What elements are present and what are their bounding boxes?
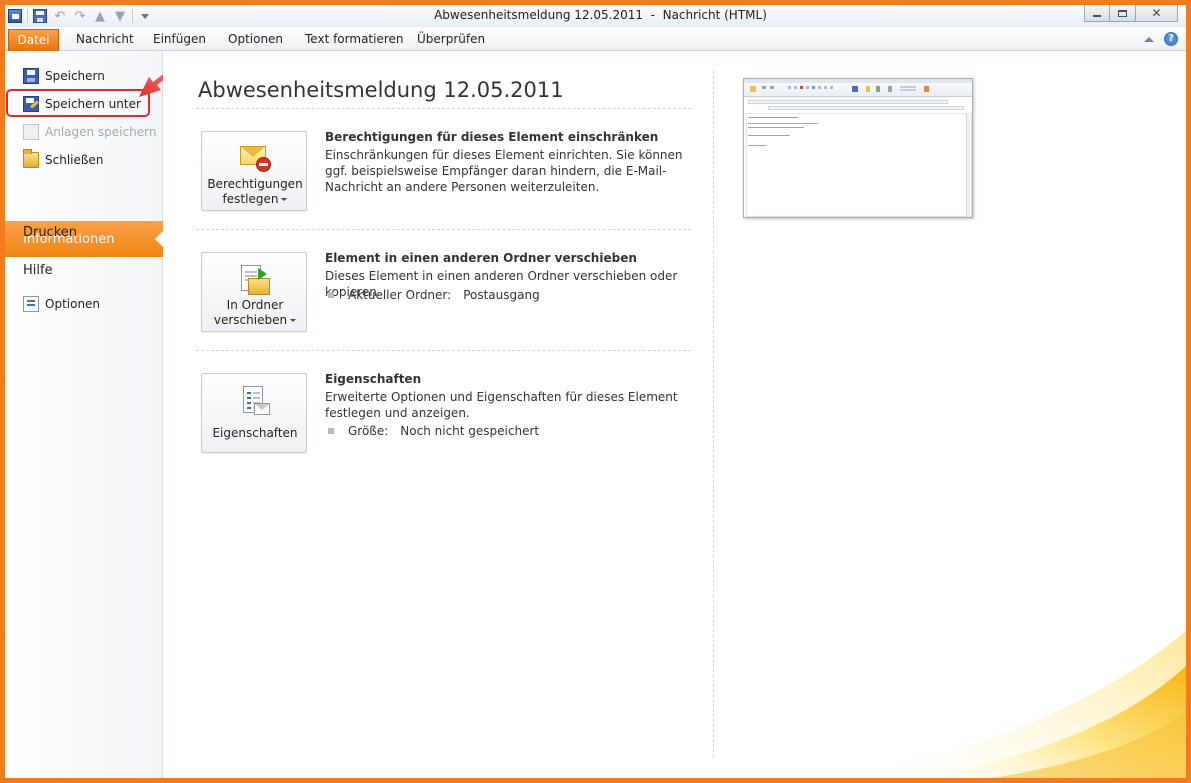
- page-title: Abwesenheitsmeldung 12.05.2011: [198, 78, 564, 102]
- size-info: Größe: Noch nicht gespeichert: [328, 424, 539, 438]
- sidebar-item-drucken[interactable]: Drucken: [23, 225, 77, 240]
- help-icon[interactable]: ?: [1164, 32, 1178, 46]
- backstage-info-pane: Abwesenheitsmeldung 12.05.2011 Berechtig…: [163, 51, 1186, 778]
- close-label: Schließen: [45, 153, 104, 167]
- save-attachments-label: Anlagen speichern: [45, 125, 157, 139]
- maximize-icon: [1118, 9, 1127, 17]
- folder-icon: [23, 149, 39, 168]
- close-button[interactable]: ✕: [1136, 5, 1178, 22]
- permissions-label-1: Berechtigungen: [207, 177, 303, 191]
- save-attachments-command: Anlagen speichern: [5, 120, 163, 144]
- properties-label: Eigenschaften: [212, 426, 298, 440]
- maximize-button[interactable]: [1110, 5, 1136, 22]
- permissions-label-2: festlegen: [202, 192, 308, 207]
- move-label-2: verschieben: [202, 313, 308, 328]
- properties-button[interactable]: Eigenschaften: [201, 373, 307, 453]
- bullet-icon: [328, 428, 334, 434]
- current-folder-label: Aktueller Ordner:: [348, 288, 452, 302]
- outlook-window: ↶ ↷ ▲ ▼ Abwesenheitsmeldung 12.05.2011 -…: [5, 5, 1186, 778]
- divider: [196, 229, 691, 230]
- window-title: Abwesenheitsmeldung 12.05.2011 - Nachric…: [434, 8, 767, 22]
- tab-einfuegen[interactable]: Einfügen: [153, 32, 206, 46]
- minimize-ribbon-icon[interactable]: [1144, 36, 1154, 42]
- dropdown-arrow-icon: [281, 198, 288, 201]
- permissions-title: Berechtigungen für dieses Element einsch…: [325, 130, 659, 144]
- tab-nachricht[interactable]: Nachricht: [76, 32, 134, 46]
- window-controls: ✕: [1084, 5, 1178, 22]
- bullet-icon: [328, 292, 334, 298]
- tab-datei[interactable]: Datei: [8, 29, 59, 51]
- options-label: Optionen: [45, 297, 101, 311]
- minimize-button[interactable]: [1084, 5, 1110, 22]
- close-command[interactable]: Schließen: [5, 148, 163, 172]
- close-icon: ✕: [1151, 6, 1162, 20]
- title-bar: ↶ ↷ ▲ ▼ Abwesenheitsmeldung 12.05.2011 -…: [5, 5, 1186, 27]
- envelope-restrict-icon: [239, 144, 271, 176]
- save-label: Speichern: [45, 69, 105, 83]
- size-value: Noch nicht gespeichert: [400, 424, 540, 438]
- attachments-icon: [23, 124, 39, 140]
- move-to-folder-button[interactable]: In Ordner verschieben: [201, 252, 307, 332]
- tab-ueberpruefen[interactable]: Überprüfen: [417, 32, 485, 46]
- permissions-description: Einschränkungen für dieses Element einri…: [325, 148, 683, 194]
- ribbon-controls: ?: [1144, 32, 1178, 46]
- divider: [196, 108, 691, 109]
- tab-optionen[interactable]: Optionen: [228, 32, 283, 46]
- backstage-sidebar: Speichern Speichern unter Anlagen speich…: [5, 51, 164, 778]
- floppy-icon: [23, 68, 39, 84]
- ribbon-tabs: Datei Nachricht Einfügen Optionen Text f…: [5, 27, 1186, 51]
- properties-description: Erweiterte Optionen und Eigenschaften fü…: [325, 390, 678, 420]
- message-preview-thumbnail[interactable]: [743, 78, 973, 218]
- divider: [196, 350, 691, 351]
- current-folder-value: Postausgang: [463, 288, 540, 302]
- minimize-icon: [1093, 14, 1101, 17]
- properties-title: Eigenschaften: [325, 372, 422, 386]
- tab-text-formatieren[interactable]: Text formatieren: [305, 32, 404, 46]
- dropdown-arrow-icon: [290, 319, 297, 322]
- sidebar-item-hilfe[interactable]: Hilfe: [23, 263, 53, 278]
- move-title: Element in einen anderen Ordner verschie…: [325, 251, 637, 265]
- move-to-folder-icon: [239, 265, 271, 297]
- highlight-annotation: [6, 89, 150, 117]
- current-folder-info: Aktueller Ordner: Postausgang: [328, 288, 540, 302]
- properties-icon: [239, 386, 271, 418]
- move-label-1: In Ordner: [226, 298, 284, 312]
- size-label: Größe:: [348, 424, 389, 438]
- permissions-button[interactable]: Berechtigungen festlegen: [201, 131, 307, 211]
- sidebar-item-optionen[interactable]: Optionen: [5, 292, 163, 316]
- options-icon: [23, 296, 39, 312]
- vertical-divider: [713, 71, 714, 757]
